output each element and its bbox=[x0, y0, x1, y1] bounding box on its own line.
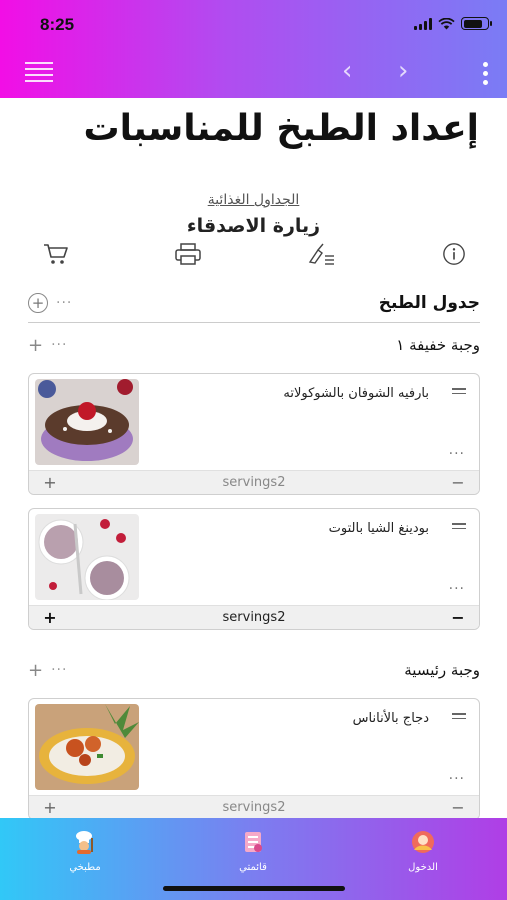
status-icons bbox=[414, 17, 492, 30]
decrease-servings-button[interactable]: − bbox=[451, 473, 465, 492]
meal-more-button[interactable]: ··· bbox=[51, 662, 67, 678]
chef-icon bbox=[76, 831, 93, 854]
recipe-image bbox=[35, 514, 139, 600]
meal-header: + ··· وجبة خفيفة ١ bbox=[28, 330, 480, 360]
meal-more-button[interactable]: ··· bbox=[51, 337, 67, 353]
decrease-servings-button[interactable]: − bbox=[451, 798, 465, 817]
recipe-more-button[interactable]: ··· bbox=[449, 771, 465, 787]
recipe-name[interactable]: دجاج بالأناناس bbox=[353, 711, 429, 726]
print-icon[interactable] bbox=[174, 242, 202, 266]
schedule-actions: + ··· bbox=[28, 293, 72, 313]
meal-plans-link[interactable]: الجداول الغذائية bbox=[0, 192, 507, 208]
clean-list-icon[interactable] bbox=[306, 242, 336, 266]
recipe-more-button[interactable]: ··· bbox=[449, 446, 465, 462]
top-header: 8:25 ‹ › bbox=[0, 0, 507, 98]
meal-actions: + ··· bbox=[28, 335, 67, 356]
list-icon bbox=[245, 832, 262, 852]
decrease-servings-button[interactable]: − bbox=[451, 608, 465, 627]
cooking-schedule-header: + ··· جدول الطبخ bbox=[28, 288, 480, 318]
nav-row: ‹ › bbox=[0, 52, 507, 92]
servings-label: servings2 bbox=[222, 800, 286, 815]
increase-servings-button[interactable]: + bbox=[43, 798, 57, 817]
tab-label: قائمتي bbox=[239, 862, 267, 873]
home-indicator bbox=[163, 886, 345, 891]
recipe-name[interactable]: بارفيه الشوفان بالشوكولاته bbox=[283, 386, 429, 401]
menu-icon[interactable] bbox=[25, 62, 53, 82]
schedule-more-button[interactable]: ··· bbox=[56, 295, 72, 311]
section-title: جدول الطبخ bbox=[378, 293, 480, 313]
meal-header: + ··· وجبة رئيسية bbox=[28, 655, 480, 685]
divider bbox=[28, 322, 480, 323]
recipe-body: بودينغ الشيا بالتوت ··· bbox=[29, 509, 479, 605]
status-time: 8:25 bbox=[40, 15, 75, 34]
add-recipe-button[interactable]: + bbox=[28, 335, 43, 356]
add-recipe-button[interactable]: + bbox=[28, 660, 43, 681]
meal-title: وجبة خفيفة ١ bbox=[396, 336, 480, 354]
recipe-body: بارفيه الشوفان بالشوكولاته ··· bbox=[29, 374, 479, 470]
tab-my-list[interactable]: قائمتي bbox=[213, 830, 293, 873]
servings-row: + servings2 − bbox=[29, 795, 479, 819]
meal-title: وجبة رئيسية bbox=[404, 661, 480, 679]
increase-servings-button[interactable]: + bbox=[43, 608, 57, 627]
battery-icon bbox=[461, 17, 492, 30]
recipe-image bbox=[35, 379, 139, 465]
increase-servings-button[interactable]: + bbox=[43, 473, 57, 492]
servings-row: + servings2 − bbox=[29, 605, 479, 629]
page-title: إعداد الطبخ للمناسبات bbox=[83, 108, 479, 149]
drag-handle-icon[interactable] bbox=[452, 713, 466, 719]
forward-arrow-icon[interactable]: › bbox=[398, 56, 408, 86]
tab-label: الدخول bbox=[408, 862, 438, 873]
cart-icon[interactable] bbox=[42, 242, 70, 266]
plan-name: زيارة الاصدقاء bbox=[186, 215, 321, 237]
meal-actions: + ··· bbox=[28, 660, 67, 681]
signal-icon bbox=[414, 17, 432, 30]
profile-icon bbox=[412, 831, 434, 853]
drag-handle-icon[interactable] bbox=[452, 388, 466, 394]
recipe-more-button[interactable]: ··· bbox=[449, 581, 465, 597]
tab-label: مطبخي bbox=[69, 862, 101, 873]
tab-my-kitchen[interactable]: مطبخي bbox=[45, 830, 125, 873]
recipe-card[interactable]: بودينغ الشيا بالتوت ··· + servings2 − bbox=[28, 508, 480, 630]
recipe-card[interactable]: دجاج بالأناناس ··· + servings2 − bbox=[28, 698, 480, 820]
wifi-icon bbox=[438, 17, 455, 29]
recipe-name[interactable]: بودينغ الشيا بالتوت bbox=[329, 521, 429, 536]
recipe-card[interactable]: بارفيه الشوفان بالشوكولاته ··· + serving… bbox=[28, 373, 480, 495]
tab-login[interactable]: الدخول bbox=[383, 830, 463, 873]
servings-row: + servings2 − bbox=[29, 470, 479, 494]
drag-handle-icon[interactable] bbox=[452, 523, 466, 529]
recipe-image bbox=[35, 704, 139, 790]
more-options-icon[interactable] bbox=[483, 62, 489, 85]
info-icon[interactable] bbox=[441, 242, 467, 266]
back-arrow-icon[interactable]: ‹ bbox=[342, 56, 352, 86]
recipe-body: دجاج بالأناناس ··· bbox=[29, 699, 479, 795]
bottom-tab-bar: مطبخي قائمتي الدخول bbox=[0, 818, 507, 900]
servings-label: servings2 bbox=[222, 475, 286, 490]
servings-label: servings2 bbox=[222, 610, 286, 625]
add-section-button[interactable]: + bbox=[28, 293, 48, 313]
